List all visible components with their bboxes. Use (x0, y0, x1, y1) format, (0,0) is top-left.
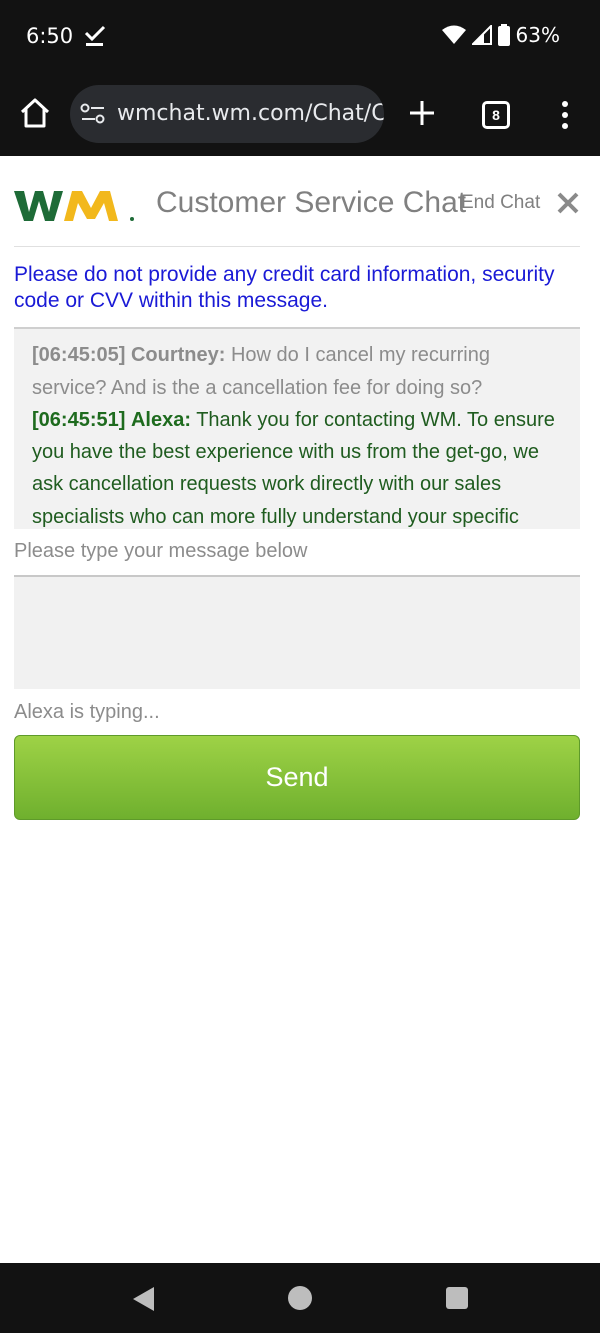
recents-icon[interactable] (446, 1287, 468, 1309)
security-warning: Please do not provide any credit card in… (14, 263, 555, 312)
battery-percent: 63% (515, 23, 560, 47)
message-sender: Courtney: (130, 344, 226, 367)
tabs-icon[interactable]: 8 (482, 101, 510, 129)
home-circle-icon[interactable] (287, 1285, 313, 1311)
site-settings-icon[interactable] (80, 102, 106, 126)
browser-toolbar: wmchat.wm.com/Chat/C 8 (0, 72, 600, 156)
transcript-content: [06:45:05] Courtney: How do I cancel my … (32, 329, 568, 529)
message-timestamp: [06:45:05] (32, 344, 126, 367)
close-icon[interactable] (555, 190, 581, 216)
home-icon[interactable] (18, 96, 52, 130)
status-time: 6:50 (26, 24, 74, 48)
system-nav-bar (0, 1263, 600, 1333)
status-bar: 6:50 63% (0, 0, 600, 72)
page-title: Customer Service Chat (156, 186, 467, 219)
message-partial-line (32, 329, 568, 339)
menu-icon[interactable] (558, 100, 572, 130)
status-icons: 63% (441, 23, 560, 47)
new-tab-icon[interactable] (407, 98, 437, 128)
message-prompt-label: Please type your message below (14, 540, 308, 562)
chat-transcript[interactable]: [06:45:05] Courtney: How do I cancel my … (14, 327, 580, 529)
message-sender: Alexa: (130, 408, 191, 431)
wm-logo (14, 191, 134, 221)
message-agent: [06:45:51] Alexa: Thank you for contacti… (32, 404, 568, 529)
battery-icon (497, 24, 510, 46)
message-timestamp: [06:45:51] (32, 408, 126, 431)
typing-indicator: Alexa is typing... (14, 701, 160, 723)
signal-icon (471, 25, 492, 45)
chat-header: Customer Service Chat End Chat (14, 168, 580, 247)
wifi-icon (441, 25, 466, 44)
check-icon (84, 25, 106, 46)
url-text: wmchat.wm.com/Chat/C (117, 101, 384, 126)
address-bar[interactable]: wmchat.wm.com/Chat/C (70, 85, 384, 143)
send-button[interactable]: Send (14, 735, 580, 820)
end-chat-button[interactable]: End Chat (461, 192, 540, 214)
message-customer: [06:45:05] Courtney: How do I cancel my … (32, 339, 568, 404)
back-icon[interactable] (130, 1285, 156, 1313)
message-input[interactable] (14, 575, 580, 689)
